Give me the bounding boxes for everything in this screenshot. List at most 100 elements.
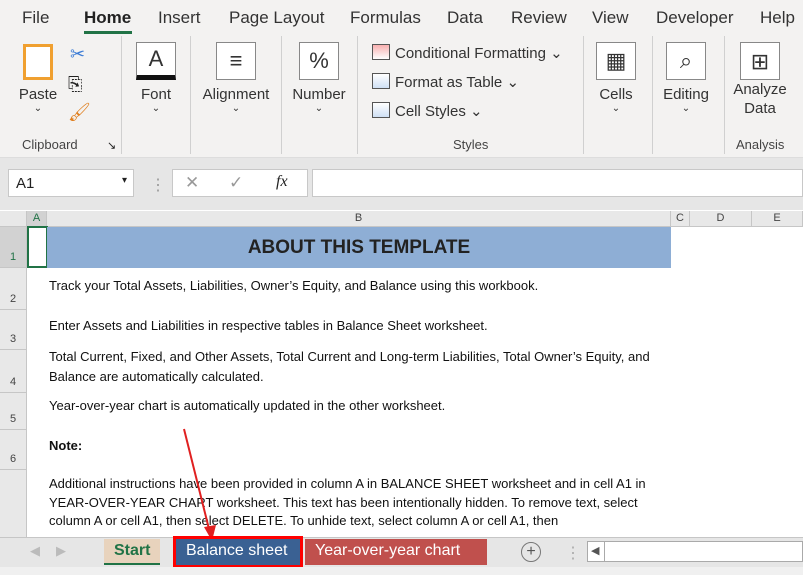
column-header-e[interactable]: E (752, 211, 803, 227)
row-number: 5 (9, 413, 17, 425)
ribbon: Paste ⌄ ✂ ⎘ 🖌 Clipboard ↘ A Font ⌄ ≡ Ali… (0, 36, 803, 158)
analyze-data-button[interactable]: ⊞ Analyze Data (730, 42, 790, 118)
divider (357, 36, 358, 154)
cell-b5: Year-over-year chart is automatically up… (49, 398, 446, 413)
format-painter-icon[interactable]: 🖌 (68, 102, 91, 123)
paste-label: Paste (18, 86, 58, 103)
name-box[interactable]: A1 ▾ (8, 169, 134, 197)
sheet-tab-year-over-year-chart[interactable]: Year-over-year chart (305, 539, 487, 565)
cell-styles-icon (372, 102, 390, 118)
clipboard-group-label: Clipboard (22, 137, 78, 152)
scroll-right-icon[interactable]: ▶ (56, 543, 66, 559)
row-header-3[interactable]: 3 (0, 310, 27, 350)
analysis-group-label: Analysis (736, 137, 785, 152)
divider (281, 36, 282, 154)
alignment-label: Alignment (202, 86, 270, 103)
row-number: 4 (9, 376, 17, 388)
chevron-down-icon: ⌄ (151, 103, 161, 114)
enter-icon[interactable]: ✓ (229, 173, 243, 193)
menu-formulas[interactable]: Formulas (350, 8, 421, 28)
chevron-down-icon: ⌄ (33, 103, 43, 114)
alignment-button[interactable]: ≡ Alignment ⌄ (200, 42, 272, 114)
font-color-icon: A (136, 42, 176, 80)
row-header-1[interactable]: 1 (0, 227, 27, 268)
format-as-table-button[interactable]: Format as Table ⌄ (372, 73, 519, 91)
formula-input[interactable] (312, 169, 803, 197)
menu-developer[interactable]: Developer (656, 8, 734, 28)
insert-function-button[interactable]: fx (276, 173, 288, 191)
font-label: Font (140, 86, 171, 103)
cut-icon[interactable]: ✂ (70, 44, 85, 65)
conditional-formatting-button[interactable]: Conditional Formatting ⌄ (372, 44, 563, 62)
column-header-b[interactable]: B (47, 211, 671, 227)
grip-icon: ⋮ (565, 545, 581, 562)
row-number: 6 (9, 453, 17, 465)
divider (604, 542, 605, 561)
grip-icon: ⋮ (150, 177, 166, 194)
status-bar (0, 567, 803, 575)
scroll-left-icon[interactable]: ◀ (591, 544, 599, 557)
menu-review[interactable]: Review (511, 8, 567, 28)
chevron-down-icon: ⌄ (681, 103, 691, 114)
menu-view[interactable]: View (592, 8, 629, 28)
label: Conditional Formatting (395, 45, 546, 62)
chevron-down-icon: ⌄ (314, 103, 324, 114)
chevron-down-icon[interactable]: ▾ (122, 175, 127, 186)
paste-button[interactable]: Paste ⌄ (18, 44, 58, 114)
menu-data[interactable]: Data (447, 8, 483, 28)
dialog-launcher-icon[interactable]: ↘ (107, 139, 116, 152)
divider (583, 36, 584, 154)
column-header-c[interactable]: C (671, 211, 690, 227)
divider (724, 36, 725, 154)
number-button[interactable]: % Number ⌄ (291, 42, 347, 114)
row-number: 2 (9, 293, 17, 305)
active-tab-indicator (84, 31, 132, 34)
menu-bar: File Home Insert Page Layout Formulas Da… (0, 0, 803, 36)
select-all-button[interactable] (0, 211, 27, 227)
name-box-value: A1 (16, 175, 35, 192)
add-sheet-icon[interactable]: + (521, 542, 541, 562)
row-number: 1 (9, 251, 17, 263)
sheet-tab-start[interactable]: Start (104, 539, 161, 565)
clipboard-icon (23, 44, 53, 80)
table-icon (372, 73, 390, 89)
divider (121, 36, 122, 154)
column-header-a[interactable]: A (27, 211, 47, 227)
divider (190, 36, 191, 154)
cell-styles-button[interactable]: Cell Styles ⌄ (372, 102, 483, 120)
analyze-data-label: Analyze Data (733, 81, 787, 117)
styles-group-label: Styles (453, 137, 489, 152)
cell-b4: Total Current, Fixed, and Other Assets, … (49, 349, 650, 384)
menu-file[interactable]: File (22, 8, 49, 28)
label: Format as Table (395, 74, 503, 91)
cells-button[interactable]: ▦ Cells ⌄ (594, 42, 638, 114)
row-header-2[interactable]: 2 (0, 268, 27, 310)
row-header-6[interactable]: 6 (0, 430, 27, 470)
cell-b6: Note: (49, 438, 83, 453)
cancel-icon[interactable]: ✕ (185, 173, 199, 193)
editing-button[interactable]: ⌕ Editing ⌄ (660, 42, 712, 114)
conditional-formatting-icon (372, 44, 390, 60)
align-center-icon: ≡ (216, 42, 256, 80)
menu-page-layout[interactable]: Page Layout (229, 8, 324, 28)
horizontal-scrollbar[interactable]: ◀ (587, 541, 803, 562)
divider (652, 36, 653, 154)
cell-b3: Enter Assets and Liabilities in respecti… (49, 318, 488, 333)
menu-insert[interactable]: Insert (158, 8, 201, 28)
copy-icon[interactable]: ⎘ (68, 74, 82, 95)
row-header-5[interactable]: 5 (0, 393, 27, 430)
sheet-tab-balance-sheet[interactable]: Balance sheet (173, 536, 303, 568)
editing-label: Editing (663, 86, 709, 103)
selected-cell-a1[interactable] (27, 226, 48, 268)
menu-help[interactable]: Help (760, 8, 795, 28)
row-header-4[interactable]: 4 (0, 350, 27, 393)
chevron-down-icon: ⌄ (231, 103, 241, 114)
column-header-d[interactable]: D (690, 211, 752, 227)
cell-b7: Additional instructions have been provid… (49, 476, 646, 528)
scroll-left-icon[interactable]: ◀ (30, 543, 40, 559)
font-button[interactable]: A Font ⌄ (134, 42, 178, 114)
row-header-7[interactable] (0, 470, 27, 537)
percent-icon: % (299, 42, 339, 80)
red-arrow-annotation (183, 428, 216, 541)
menu-home[interactable]: Home (84, 8, 131, 28)
